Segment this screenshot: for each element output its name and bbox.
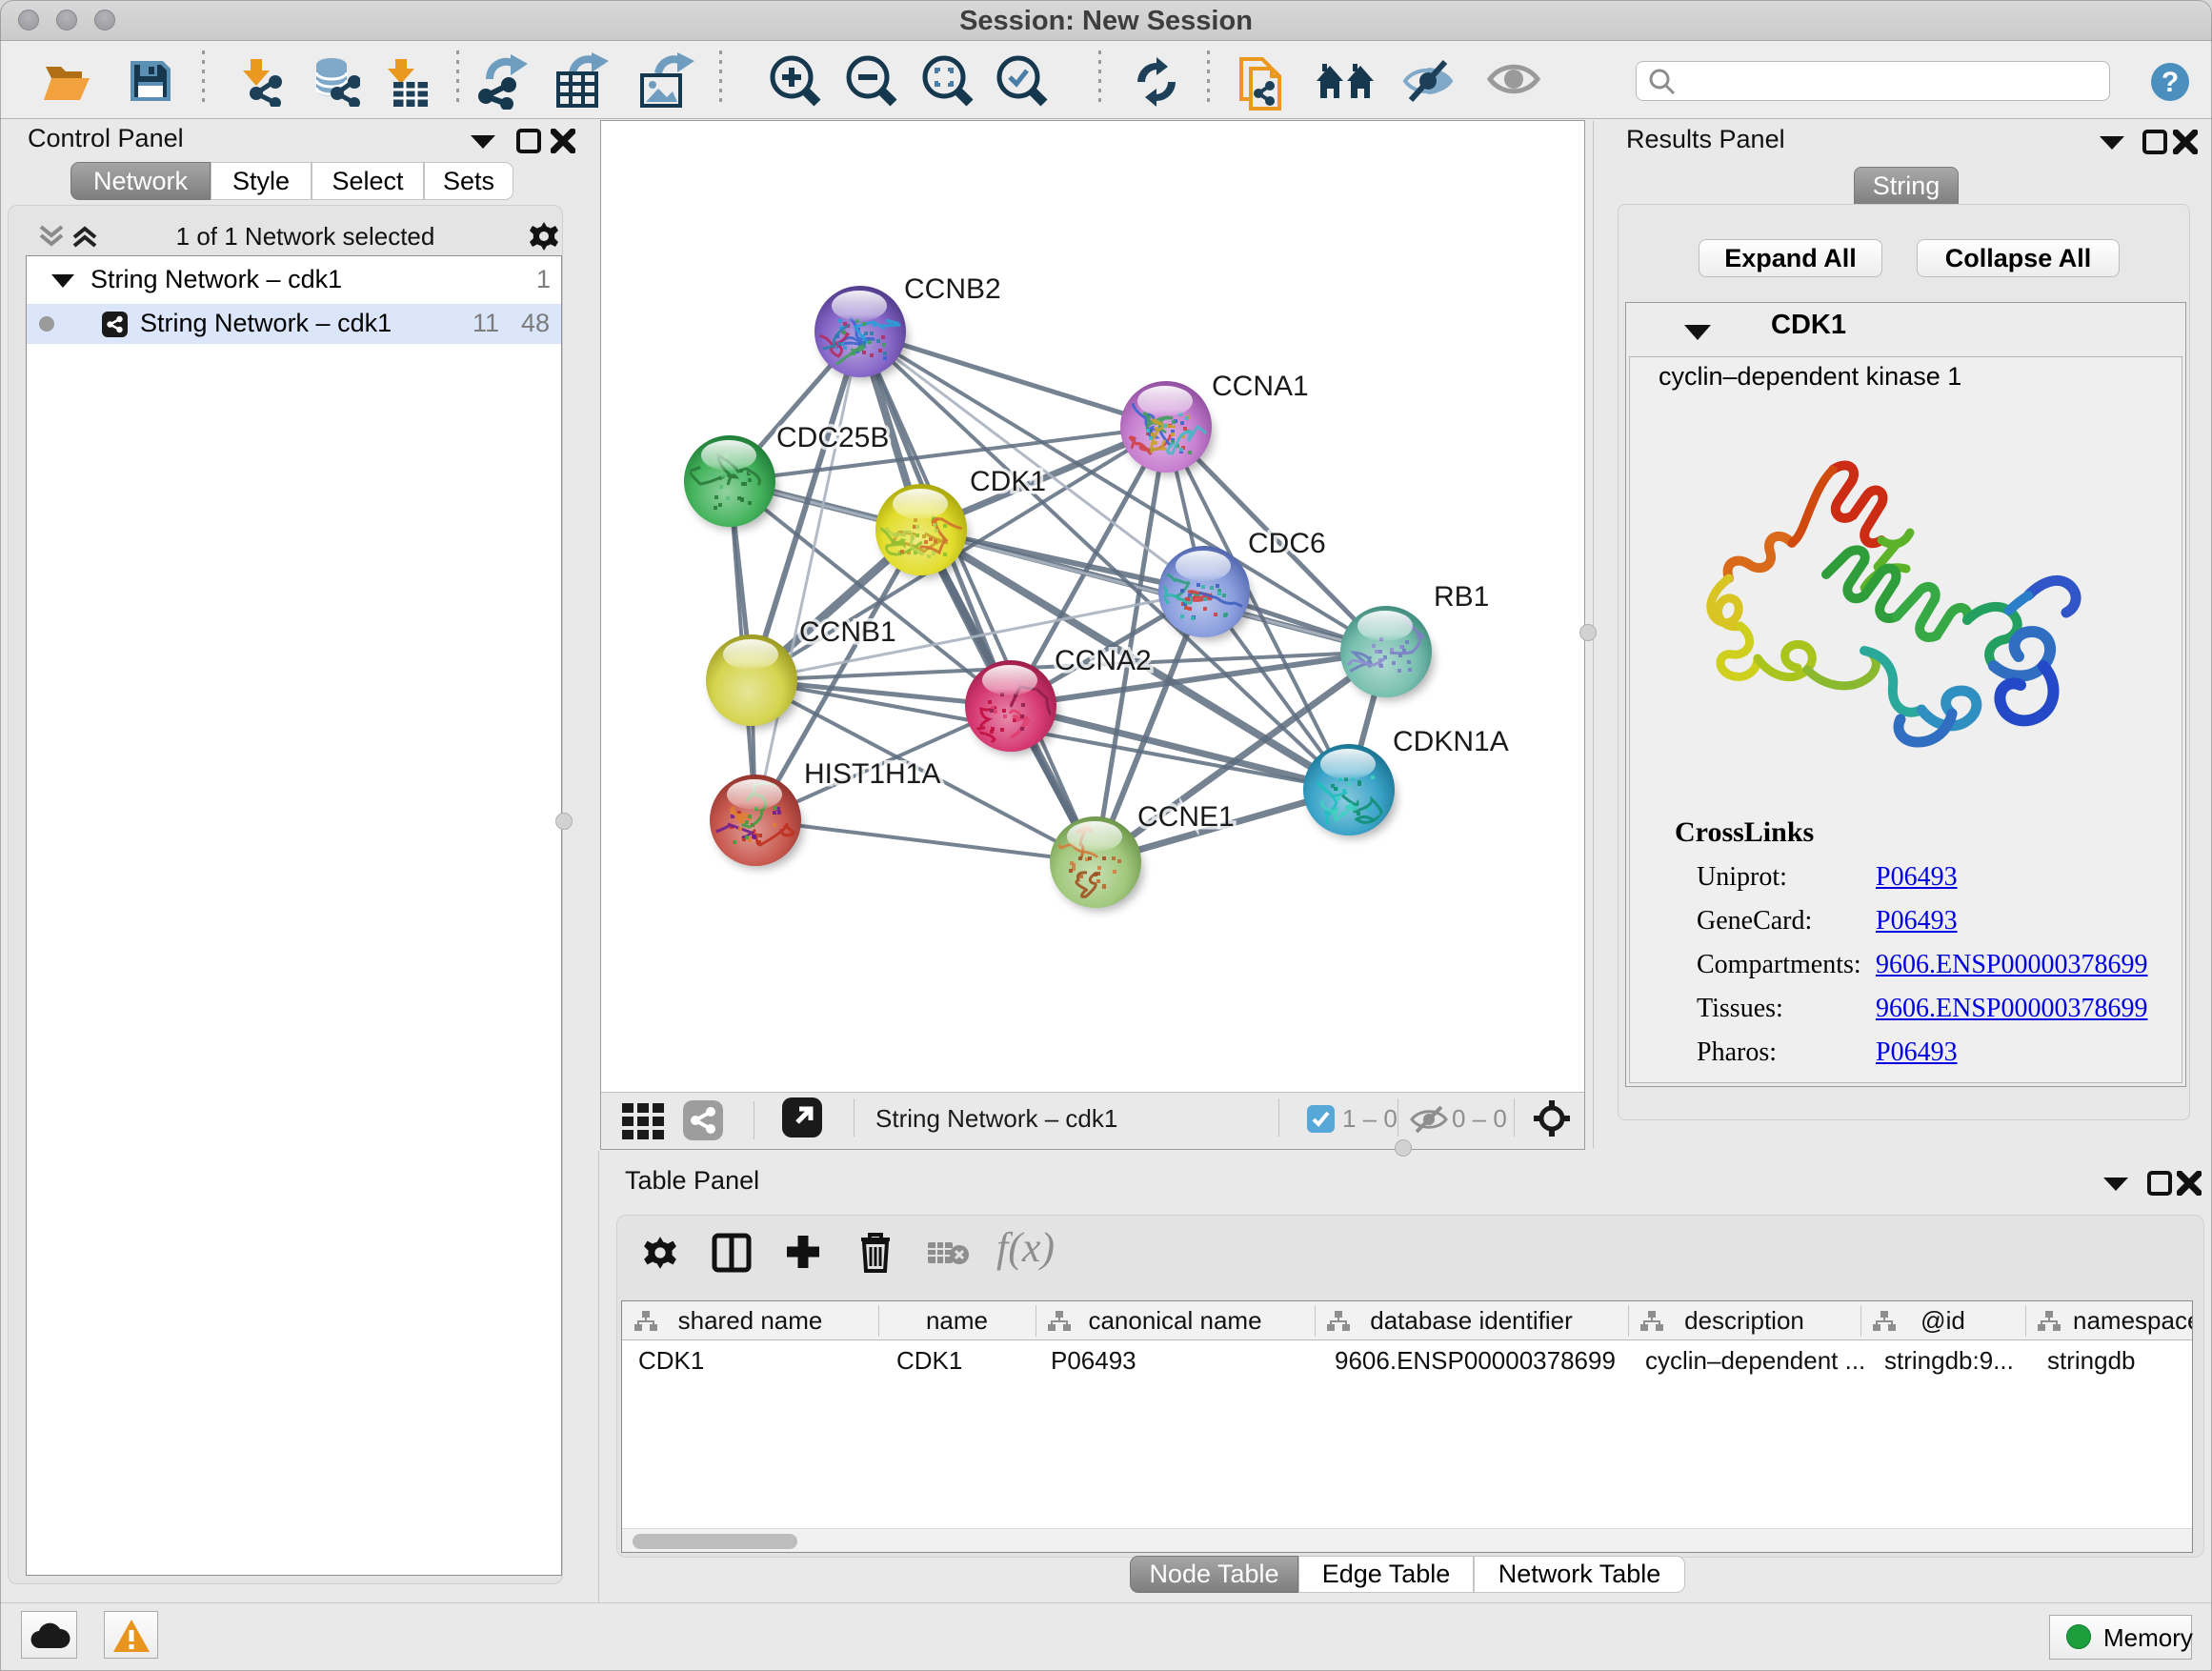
svg-text:CCNB2: CCNB2 <box>904 273 1001 305</box>
svg-text:?: ? <box>2162 67 2179 98</box>
svg-text:CCNB1: CCNB1 <box>799 616 896 648</box>
svg-text:RB1: RB1 <box>1434 581 1489 613</box>
svg-text:CDC25B: CDC25B <box>776 422 889 453</box>
svg-text:CDKN1A: CDKN1A <box>1393 726 1509 757</box>
svg-text:CDC6: CDC6 <box>1248 528 1326 559</box>
svg-text:CCNA2: CCNA2 <box>1055 645 1152 676</box>
svg-text:CCNE1: CCNE1 <box>1137 801 1235 833</box>
svg-text:CDK1: CDK1 <box>970 466 1046 497</box>
svg-text:CCNA1: CCNA1 <box>1212 371 1309 402</box>
svg-text:HIST1H1A: HIST1H1A <box>804 758 940 790</box>
